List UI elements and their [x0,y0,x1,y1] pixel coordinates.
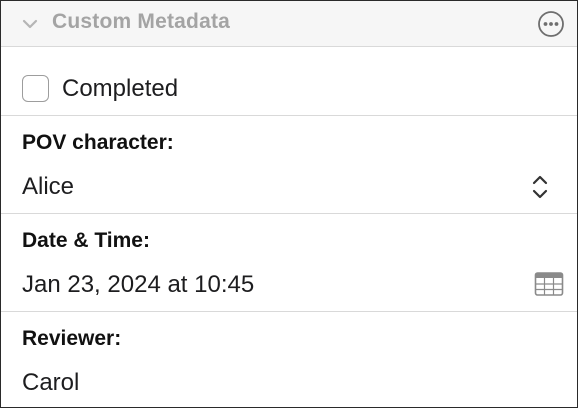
reviewer-field[interactable] [1,357,577,407]
completed-label[interactable]: Completed [62,75,178,103]
date-time-label: Date & Time: [22,229,150,252]
more-options-icon[interactable] [537,10,565,38]
divider [1,311,577,312]
pov-character-value: Alice [22,173,75,200]
up-down-chevron-icon [532,175,548,199]
custom-metadata-panel: Custom Metadata Completed POV character:… [0,0,578,408]
reviewer-label: Reviewer: [22,327,122,350]
divider [1,213,577,214]
chevron-down-icon[interactable] [21,15,39,33]
reviewer-value: Carol [22,369,80,396]
date-time-value: Jan 23, 2024 at 10:45 [22,271,255,298]
pov-character-label: POV character: [22,131,174,154]
completed-checkbox[interactable] [22,75,49,102]
panel-header[interactable]: Custom Metadata [1,1,577,47]
completed-row: Completed [1,48,577,115]
pov-character-select[interactable] [1,161,577,211]
divider [1,115,577,116]
calendar-icon[interactable] [534,271,564,297]
panel-title: Custom Metadata [52,10,231,33]
